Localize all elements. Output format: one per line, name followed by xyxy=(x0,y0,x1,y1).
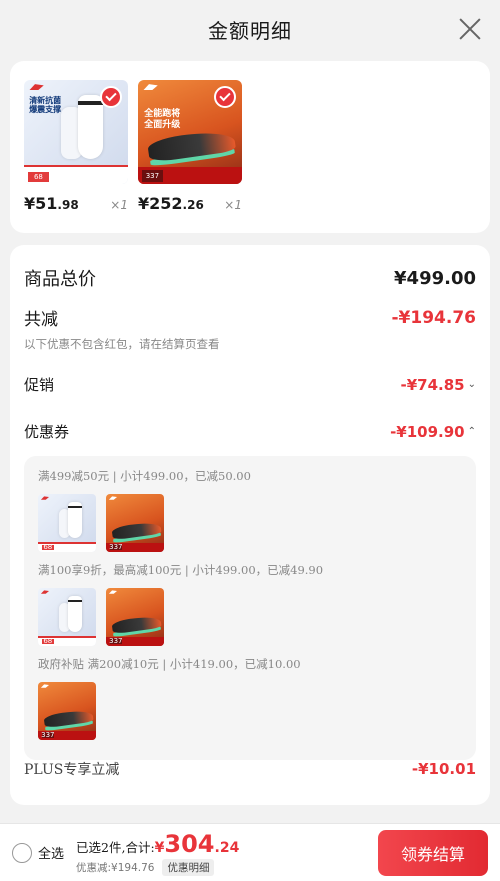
product-qty: ×1 xyxy=(110,198,128,212)
coupon-label: 优惠券 xyxy=(24,423,70,441)
image-price-tag: 337 xyxy=(142,170,163,182)
discount-value: -¥194.76 xyxy=(391,307,477,328)
coupon-title: 满499减50元 | 小计499.00，已减50.00 xyxy=(38,469,251,483)
image-price-band: 68 xyxy=(24,165,128,184)
total-value: ¥499.00 xyxy=(394,267,476,289)
chevron-up-icon[interactable]: ⌃ xyxy=(468,426,476,437)
footer-summary: 已选2件,合计: ¥304.24 优惠减:¥194.76 优惠明细 xyxy=(76,830,239,876)
select-all-radio[interactable] xyxy=(12,842,32,863)
coupon-images: 68 337 xyxy=(38,494,462,552)
coupon-thumb-sock: 68 xyxy=(38,588,96,646)
sock-stripe xyxy=(78,100,104,105)
coupon-thumb-shoe: 337 xyxy=(106,494,164,552)
product-image-shoe: 全能跑将 全面升级 337 xyxy=(138,80,242,184)
image-price-tag: 68 xyxy=(28,171,49,182)
select-all-label[interactable]: 全选 xyxy=(38,843,64,862)
product-item[interactable]: 清新抗菌 爆震支撑 68 ¥51.98 ×1 xyxy=(24,80,128,233)
promo-value: -¥74.85 xyxy=(400,375,465,394)
brand-logo-icon xyxy=(29,84,44,91)
plus-row: PLUS专享立减 -¥10.01 xyxy=(24,759,476,779)
plus-label: PLUS专享立减 xyxy=(24,762,120,778)
brand-logo-icon xyxy=(143,84,158,91)
discount-row: 共减 -¥194.76 xyxy=(24,305,477,331)
product-price: ¥51.98 xyxy=(24,194,79,213)
checkout-bar: 全选 已选2件,合计: ¥304.24 优惠减:¥194.76 优惠明细 领券结… xyxy=(0,823,500,881)
coupon-breakdown: 满499减50元 | 小计499.00，已减50.00 68 337 满100享… xyxy=(24,456,476,760)
discount-summary: 优惠减:¥194.76 xyxy=(76,861,155,874)
selected-count-text: 已选2件,合计: xyxy=(76,839,155,855)
coupon-value: -¥109.90 xyxy=(390,422,465,441)
discount-label: 共减 xyxy=(24,310,58,330)
coupon-thumb-shoe: 337 xyxy=(38,682,96,740)
total-label: 商品总价 xyxy=(24,269,96,290)
chevron-down-icon[interactable]: ⌄ xyxy=(468,379,476,390)
checkout-button[interactable]: 领券结算 xyxy=(378,830,488,876)
header: 金额明细 xyxy=(0,0,500,58)
product-image-sock: 清新抗菌 爆震支撑 68 xyxy=(24,80,128,184)
product-item[interactable]: 全能跑将 全面升级 337 ¥252.26 ×1 xyxy=(138,80,242,233)
discount-note: 以下优惠不包含红包，请在结算页查看 xyxy=(24,337,220,351)
price-details: 商品总价 ¥499.00 共减 -¥194.76 以下优惠不包含红包，请在结算页… xyxy=(10,245,490,805)
total-price: ¥304.24 xyxy=(154,829,240,858)
selected-check-icon[interactable] xyxy=(100,86,122,108)
close-icon[interactable] xyxy=(458,17,482,41)
promo-row[interactable]: 促销 -¥74.85 ⌄ xyxy=(24,374,476,395)
coupon-row[interactable]: 优惠券 -¥109.90 ⌃ xyxy=(24,421,476,442)
plus-value: -¥10.01 xyxy=(411,760,476,778)
coupon-title: 满100享9折，最高减100元 | 小计499.00，已减49.90 xyxy=(38,563,324,577)
product-qty: ×1 xyxy=(224,198,242,212)
selected-check-icon[interactable] xyxy=(214,86,236,108)
coupon-images: 68 337 xyxy=(38,588,462,646)
coupon-title: 政府补贴 满200减10元 | 小计419.00，已减10.00 xyxy=(38,657,301,671)
image-text: 全能跑将 全面升级 xyxy=(144,109,181,130)
coupon-thumb-sock: 68 xyxy=(38,494,96,552)
image-price-band: 337 xyxy=(138,167,242,184)
product-price: ¥252.26 xyxy=(138,194,204,213)
coupon-thumb-shoe: 337 xyxy=(106,588,164,646)
image-text: 清新抗菌 爆震支撑 xyxy=(29,95,62,115)
total-row: 商品总价 ¥499.00 xyxy=(24,245,476,291)
discount-detail-button[interactable]: 优惠明细 xyxy=(162,858,215,876)
coupon-images: 337 xyxy=(38,682,462,740)
promo-label: 促销 xyxy=(24,376,55,394)
product-list: 清新抗菌 爆震支撑 68 ¥51.98 ×1 全能跑将 全面升级 337 ¥25… xyxy=(10,61,490,233)
page-title: 金额明细 xyxy=(208,18,292,43)
